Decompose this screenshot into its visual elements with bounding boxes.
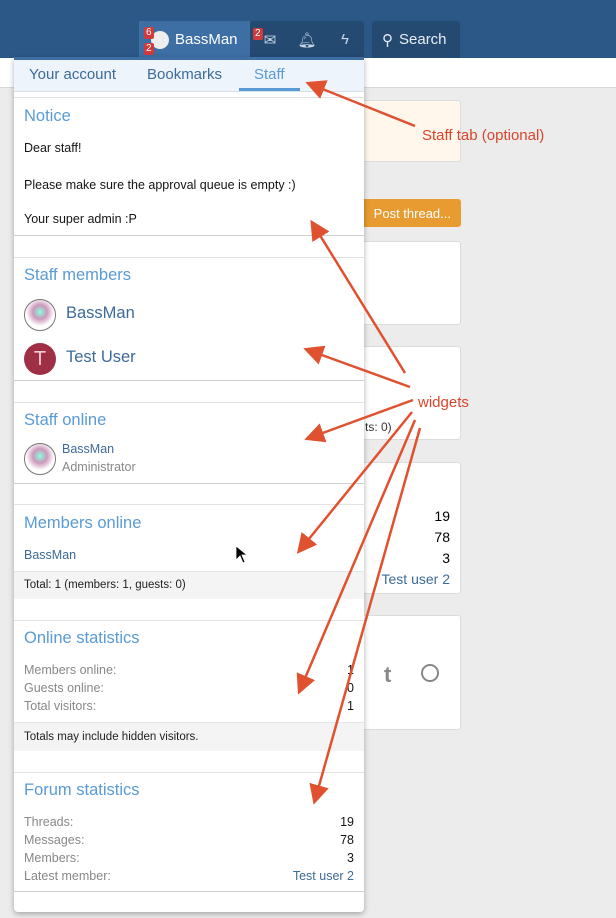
stat-value: 3 [347,851,354,865]
tab-staff[interactable]: Staff [254,66,285,83]
stat-row: Members online: 1 [24,663,354,677]
forum-statistics-title: Forum statistics [24,781,140,799]
stat-value: 19 [340,815,354,829]
members-online-widget: Members online BassMan Total: 1 (members… [14,504,364,599]
search-button[interactable]: ⚲ Search [372,21,460,58]
active-tab-indicator [239,88,300,91]
bolt-icon: ϟ [341,31,349,48]
inbox-badge: 2 [253,28,263,40]
bg-stat-members: 3 [442,550,450,566]
forum-statistics-widget: Forum statistics Threads: 19 Messages: 78 … [14,772,364,892]
account-dropdown: Your account Bookmarks Staff Notice Dear… [14,57,364,912]
latest-member-link[interactable]: Test user 2 [293,869,354,883]
stat-row: Guests online: 0 [24,681,354,695]
bg-stat-messages: 78 [434,529,450,545]
stat-row: Messages: 78 [24,833,354,847]
stat-label: Total visitors: [24,699,97,713]
online-member-link[interactable]: BassMan [24,548,76,562]
user-menu-button[interactable]: BassMan [139,21,250,58]
staff-online-role: Administrator [62,460,136,474]
whats-new-button[interactable]: ϟ [325,21,365,58]
notice-widget: Notice Dear staff! Please make sure the … [14,97,364,236]
staff-online-widget: Staff online BassMan Administrator [14,402,364,484]
staff-online-name[interactable]: BassMan [62,442,114,456]
user-avatar [151,30,169,49]
members-online-title: Members online [24,514,142,532]
whatsapp-icon[interactable] [421,664,439,682]
stat-label: Members online: [24,663,117,677]
stat-label: Threads: [24,815,74,829]
avatar[interactable]: T [24,343,56,375]
annotation-widgets: widgets [418,394,469,411]
staff-member-name[interactable]: BassMan [66,304,135,323]
stat-label: Members: [24,851,80,865]
notice-line: Your super admin :P [24,212,137,226]
dropdown-tabs: Your account Bookmarks Staff [14,57,364,92]
tab-your-account[interactable]: Your account [29,66,116,83]
user-name: BassMan [175,31,238,48]
stat-row: Total visitors: 1 [24,699,354,713]
tumblr-icon[interactable]: t [384,662,391,688]
stat-value: 0 [347,681,354,695]
post-thread-label: Post thread... [373,205,451,221]
search-label: Search [399,31,447,48]
members-online-footer: Total: 1 (members: 1, guests: 0) [14,571,364,599]
stat-value: 1 [347,699,354,713]
notice-line: Dear staff! [24,141,82,155]
alerts-button[interactable]: 🔔︎ [287,21,327,58]
avatar[interactable] [24,443,56,475]
stat-row: Threads: 19 [24,815,354,829]
avatar[interactable] [24,299,56,331]
annotation-staff-tab: Staff tab (optional) [422,127,545,144]
online-statistics-footer: Totals may include hidden visitors. [14,722,364,751]
tab-bookmarks[interactable]: Bookmarks [147,66,222,83]
search-icon: ⚲ [382,31,393,49]
online-statistics-widget: Online statistics Members online: 1 Guest… [14,620,364,751]
stat-value: 1 [347,663,354,677]
stat-row: Latest member: Test user 2 [24,869,354,883]
stat-row: Members: 3 [24,851,354,865]
bg-latest-member[interactable]: Test user 2 [382,571,450,587]
online-statistics-title: Online statistics [24,629,140,647]
notice-line: Please make sure the approval queue is e… [24,178,296,192]
stat-label: Latest member: [24,869,111,883]
notice-title: Notice [24,107,71,125]
stat-label: Messages: [24,833,85,847]
bell-icon: 🔔︎ [297,31,317,49]
staff-members-title: Staff members [24,266,131,284]
staff-members-widget: Staff members BassMan T Test User [14,257,364,381]
staff-online-title: Staff online [24,411,107,429]
bg-stat-threads: 19 [434,508,450,524]
alert-badge: 6 [144,27,154,39]
stat-value: 78 [340,833,354,847]
stat-label: Guests online: [24,681,104,695]
conversation-badge: 2 [144,43,154,55]
staff-member-name[interactable]: Test User [66,348,136,367]
envelope-icon: ✉ [263,31,277,49]
bg-guests-text: ts: 0) [365,420,392,434]
